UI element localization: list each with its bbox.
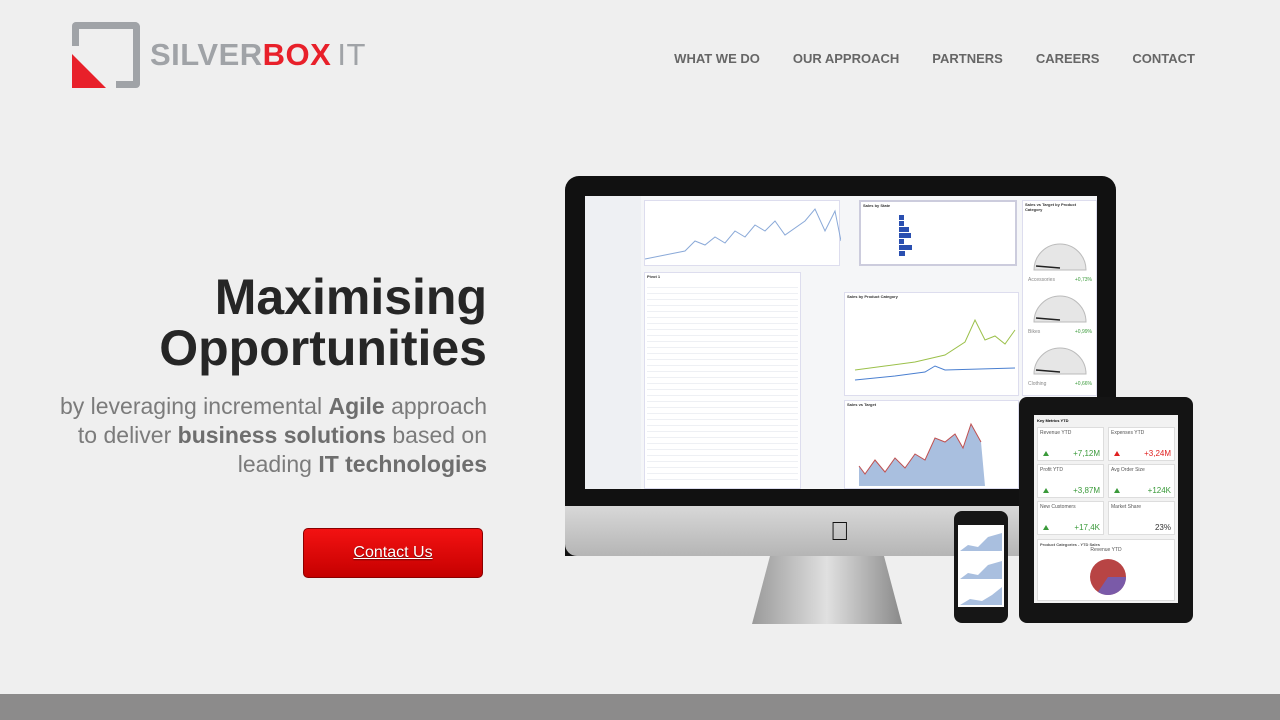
footer-bar	[0, 694, 1280, 720]
iphone-device-image	[954, 511, 1008, 623]
metric-value: +3,87M	[1073, 486, 1100, 495]
ipad-device-image: Key Metrics YTD Revenue YTD +7,12M Expense…	[1019, 397, 1193, 623]
metric-tile: Market Share 23%	[1108, 501, 1175, 535]
apple-logo-icon: 	[830, 516, 850, 547]
metric-tile: Revenue YTD +7,12M	[1037, 427, 1104, 461]
metric-tile: New Customers +17,4K	[1037, 501, 1104, 535]
gauge-label: Bikes	[1028, 329, 1041, 335]
imac-stand	[752, 556, 902, 624]
metric-value: +124K	[1147, 486, 1171, 495]
hero-title: Maximising Opportunities	[159, 269, 487, 376]
metric-tile: Profit YTD +3,87M	[1037, 464, 1104, 498]
metric-value: +17,4K	[1074, 523, 1100, 532]
metric-label: New Customers	[1040, 504, 1076, 510]
gauge-delta: +0,66%	[1074, 381, 1092, 387]
trend-up-icon	[1043, 451, 1049, 456]
trend-up-icon	[1114, 488, 1120, 493]
panel-title: Sales vs Target	[847, 402, 877, 407]
tablet-title: Key Metrics YTD	[1037, 418, 1069, 423]
gauge-label: Accessories	[1028, 277, 1055, 283]
logo[interactable]: SILVERBOX IT	[72, 22, 366, 88]
gauge: Accessories +0,73%	[1028, 236, 1092, 283]
main-nav: WHAT WE DO OUR APPROACH PARTNERS CAREERS…	[674, 51, 1195, 66]
panel-title: Pivot 1	[647, 274, 661, 279]
trend-up-icon	[1043, 488, 1049, 493]
subtitle-emphasis: IT technologies	[318, 451, 487, 477]
gauge-label: Clothing	[1028, 381, 1047, 387]
trend-up-icon	[1114, 451, 1120, 456]
gauge-delta: +0,73%	[1074, 277, 1092, 283]
trend-up-icon	[1043, 525, 1049, 530]
metric-value: 23%	[1154, 523, 1171, 532]
panel-title: Sales by State	[863, 203, 891, 208]
metric-label: Expenses YTD	[1111, 430, 1145, 436]
metric-tile: Expenses YTD +3,24M	[1108, 427, 1175, 461]
subtitle-text: by leveraging incremental	[59, 393, 329, 419]
metric-value: +7,12M	[1073, 449, 1100, 458]
nav-what-we-do[interactable]: WHAT WE DO	[674, 51, 760, 66]
metric-label: Revenue YTD	[1040, 430, 1072, 436]
hero-subtitle: by leveraging incremental Agile approach…	[47, 392, 487, 479]
gauge: Bikes +0,99%	[1028, 288, 1092, 335]
nav-partners[interactable]: PARTNERS	[932, 51, 1003, 66]
subtitle-emphasis: business solutions	[177, 422, 386, 448]
metric-value: +3,24M	[1144, 449, 1171, 458]
logo-text: SILVERBOX IT	[150, 37, 366, 72]
nav-careers[interactable]: CAREERS	[1036, 51, 1100, 66]
hero: Maximising Opportunities by leveraging in…	[47, 272, 487, 479]
pie-chart	[1090, 559, 1126, 596]
contact-us-button[interactable]: Contact Us	[303, 528, 483, 578]
panel-title: Sales by Product Category	[847, 294, 898, 299]
logo-mark	[72, 22, 140, 88]
metric-label: Avg Order Size	[1111, 467, 1145, 473]
panel-title: Sales vs Target by Product Category	[1025, 202, 1077, 212]
metric-label: Profit YTD	[1040, 467, 1063, 473]
metric-label: Market Share	[1111, 504, 1142, 510]
gauge: Clothing +0,66%	[1028, 340, 1092, 387]
gauge-delta: +0,99%	[1074, 329, 1092, 335]
subtitle-emphasis: Agile	[328, 393, 385, 419]
metric-tile: Avg Order Size +124K	[1108, 464, 1175, 498]
nav-our-approach[interactable]: OUR APPROACH	[793, 51, 899, 66]
nav-contact[interactable]: CONTACT	[1132, 51, 1195, 66]
